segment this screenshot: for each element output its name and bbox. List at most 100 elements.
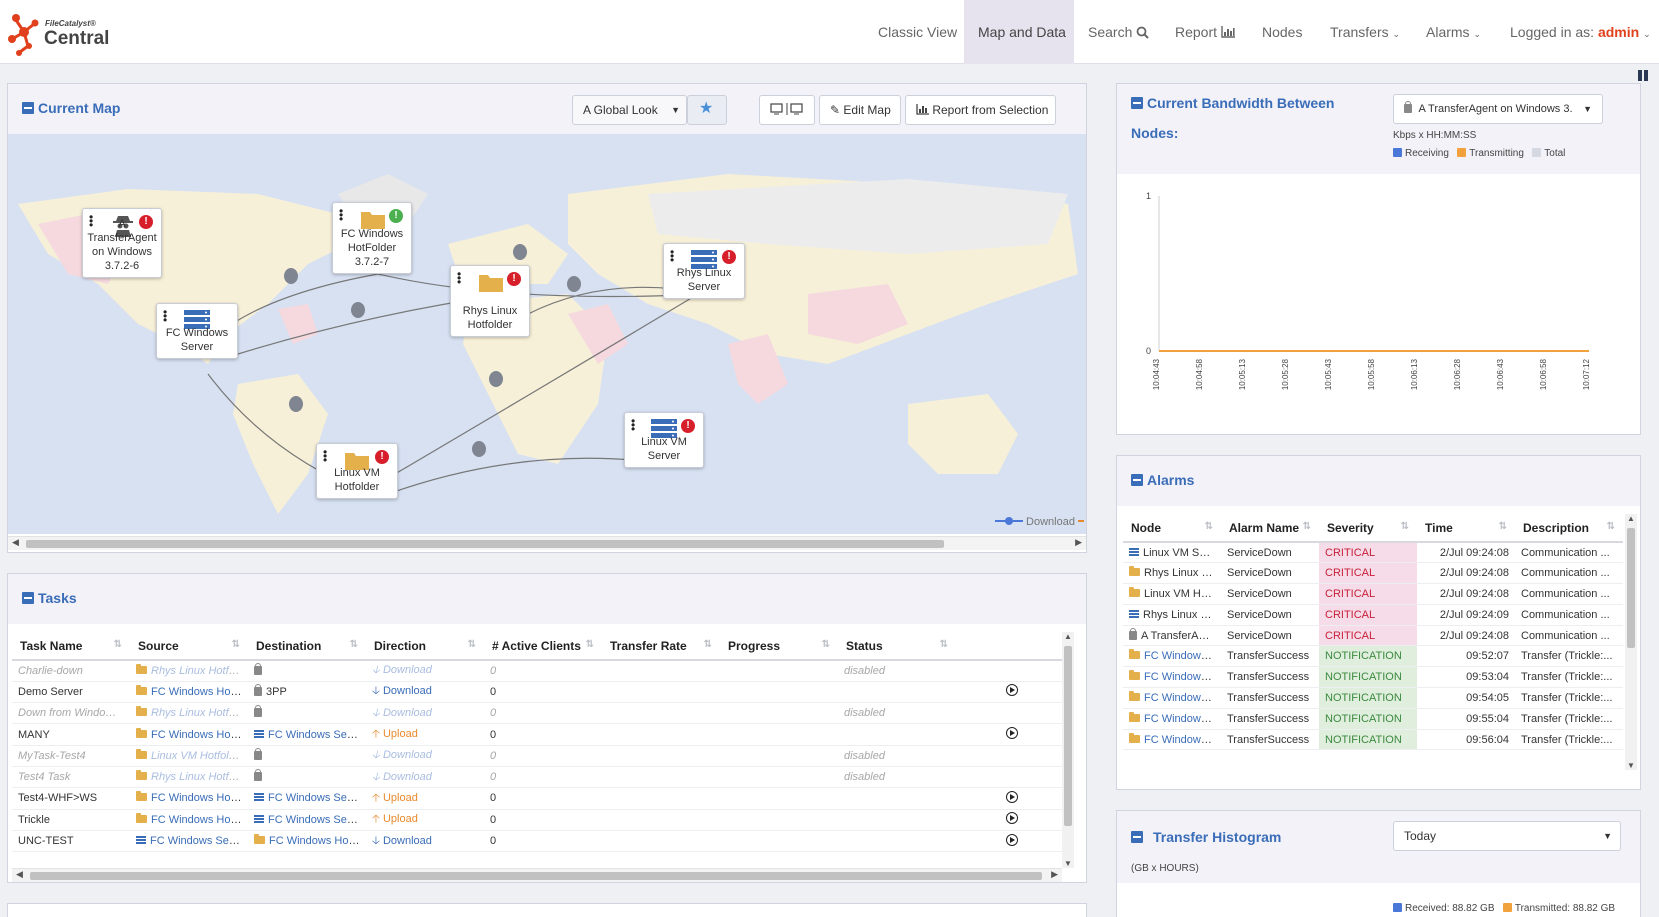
- sort-icon[interactable]: ⇅: [114, 639, 122, 650]
- nav-map-and-data[interactable]: Map and Data: [964, 0, 1074, 64]
- map-node-transferagent[interactable]: • • • ! A TransferAgent on Windows 3.7.2-6: [82, 208, 162, 278]
- play-icon[interactable]: [1006, 727, 1018, 740]
- scroll-thumb[interactable]: [1627, 528, 1635, 648]
- sort-icon[interactable]: ⇅: [1607, 521, 1615, 532]
- destination-link[interactable]: 3PP: [266, 686, 287, 698]
- collapse-icon[interactable]: [22, 102, 34, 114]
- table-row[interactable]: UNC-TEST FC Windows Server FC Windows HotF…: [12, 830, 1068, 853]
- task-destination[interactable]: 3PP: [248, 681, 366, 704]
- destination-link[interactable]: FC Windows HotFol...: [269, 835, 366, 847]
- scroll-right-icon[interactable]: ▶: [1051, 869, 1058, 880]
- table-row[interactable]: MANY FC Windows HotFol... FC Windows Serve…: [12, 723, 1068, 746]
- table-row[interactable]: Test4-WHF>WS FC Windows HotFol... FC Windo…: [12, 787, 1068, 810]
- table-row[interactable]: Rhys Linux Ser... ServiceDown CRITICAL 2/Ju…: [1123, 604, 1623, 626]
- node-menu-icon[interactable]: • • •: [163, 306, 167, 326]
- bandwidth-title[interactable]: Current Bandwidth Between Nodes:: [1131, 88, 1334, 148]
- table-row[interactable]: FC Windows Ho... TransferSuccess NOTIFICAT…: [1123, 645, 1623, 668]
- sort-icon[interactable]: ⇅: [1303, 521, 1311, 532]
- table-row[interactable]: MyTask-Test4 Linux VM Hotfolder 🡣 Download…: [12, 745, 1068, 767]
- map-node-linux-vm-server[interactable]: • • • ! Linux VM Server: [624, 412, 704, 468]
- table-row[interactable]: Down from Windows Se... Rhys Linux Hotfol…: [12, 702, 1068, 725]
- table-row[interactable]: Test4 Task Rhys Linux Hotfolder 🡣 Download…: [12, 766, 1068, 789]
- favorite-map-button[interactable]: ★: [687, 95, 727, 125]
- pause-icon[interactable]: [1637, 69, 1649, 82]
- task-source[interactable]: FC Windows Server: [130, 830, 248, 853]
- column-header[interactable]: Transfer Rate ⇅: [602, 632, 720, 661]
- sort-icon[interactable]: ⇅: [232, 639, 240, 650]
- node-menu-icon[interactable]: • • •: [339, 205, 343, 225]
- column-header[interactable]: Source ⇅: [130, 632, 248, 661]
- source-link[interactable]: Rhys Linux Hotfolder: [151, 707, 248, 719]
- column-header[interactable]: Progress ⇅: [720, 632, 838, 661]
- table-row[interactable]: Linux VM Hotfo... ServiceDown CRITICAL 2/Ju…: [1123, 583, 1623, 605]
- source-link[interactable]: FC Windows HotFol...: [151, 686, 248, 698]
- map-panel-title[interactable]: Current Map: [22, 100, 120, 116]
- table-row[interactable]: FC Windows Ho... TransferSuccess NOTIFICAT…: [1123, 666, 1623, 689]
- nav-search[interactable]: Search: [1074, 0, 1163, 64]
- scroll-left-icon[interactable]: ◀: [12, 537, 19, 548]
- scroll-down-icon[interactable]: ▼: [1627, 761, 1635, 770]
- scroll-right-icon[interactable]: ▶: [1075, 537, 1082, 548]
- source-link[interactable]: Rhys Linux Hotfolder: [151, 665, 248, 677]
- task-source[interactable]: FC Windows HotFol...: [130, 681, 248, 704]
- task-destination[interactable]: FC Windows Server: [248, 723, 366, 746]
- task-source[interactable]: Rhys Linux Hotfolder: [130, 702, 248, 725]
- column-header[interactable]: Node ⇅: [1123, 514, 1221, 543]
- task-source[interactable]: FC Windows HotFol...: [130, 809, 248, 831]
- column-header[interactable]: Description ⇅: [1515, 514, 1623, 543]
- play-icon[interactable]: [1006, 833, 1018, 846]
- report-from-selection-button[interactable]: Report from Selection: [905, 95, 1056, 125]
- node-menu-icon[interactable]: • • •: [323, 446, 327, 466]
- sort-icon[interactable]: ⇅: [1401, 521, 1409, 532]
- column-header[interactable]: Status ⇅: [838, 632, 956, 661]
- node-menu-icon[interactable]: • • •: [457, 268, 461, 288]
- source-link[interactable]: FC Windows Server: [150, 835, 248, 847]
- scroll-thumb[interactable]: [30, 872, 1042, 880]
- task-destination[interactable]: [248, 766, 366, 789]
- sort-icon[interactable]: ⇅: [940, 639, 948, 650]
- collapse-icon[interactable]: [22, 592, 34, 604]
- map-node-linux-vm-hotfolder[interactable]: • • • ! Linux VM Hotfolder: [316, 443, 398, 499]
- sort-icon[interactable]: ⇅: [586, 639, 594, 650]
- table-row[interactable]: Demo Server FC Windows HotFol... 3PP 🡣 Down…: [12, 681, 1068, 704]
- alarms-panel-title[interactable]: Alarms: [1131, 472, 1194, 488]
- nav-nodes[interactable]: Nodes: [1248, 0, 1316, 64]
- tasks-vertical-scrollbar[interactable]: ▲ ▼: [1062, 632, 1074, 868]
- task-destination[interactable]: FC Windows Server: [248, 787, 366, 810]
- source-link[interactable]: Rhys Linux Hotfolder: [151, 771, 248, 783]
- map-horizontal-scrollbar[interactable]: ◀ ▶: [8, 536, 1086, 550]
- table-row[interactable]: Rhys Linux Hot... ServiceDown CRITICAL 2/Ju…: [1123, 562, 1623, 585]
- node-menu-icon[interactable]: • • •: [670, 246, 674, 266]
- column-header[interactable]: Destination ⇅: [248, 632, 366, 661]
- column-header[interactable]: Direction ⇅: [366, 632, 484, 661]
- source-link[interactable]: Linux VM Hotfolder: [151, 750, 245, 762]
- histogram-panel-title[interactable]: Transfer Histogram: [1131, 829, 1281, 845]
- scroll-thumb[interactable]: [1064, 646, 1072, 826]
- play-icon[interactable]: [1006, 790, 1018, 803]
- sort-icon[interactable]: ⇅: [350, 639, 358, 650]
- alarms-vertical-scrollbar[interactable]: ▲ ▼: [1625, 514, 1637, 770]
- column-header[interactable]: # Active Clients ⇅: [484, 632, 602, 661]
- nav-report[interactable]: Report: [1161, 0, 1249, 64]
- bandwidth-node-select[interactable]: A TransferAgent on Windows 3. ▼: [1393, 94, 1603, 124]
- destination-link[interactable]: FC Windows Server: [268, 729, 366, 741]
- tasks-horizontal-scrollbar[interactable]: ◀ ▶: [12, 868, 1062, 882]
- collapse-icon[interactable]: [1131, 97, 1143, 109]
- map-node-fc-windows-hotfolder[interactable]: • • • ! FC Windows HotFolder 3.7.2-7: [332, 202, 412, 274]
- sort-icon[interactable]: ⇅: [1499, 521, 1507, 532]
- scroll-up-icon[interactable]: ▲: [1627, 514, 1635, 523]
- nav-transfers[interactable]: Transfers ⌄: [1316, 0, 1414, 64]
- tasks-panel-title[interactable]: Tasks: [22, 590, 77, 606]
- play-icon[interactable]: [1006, 684, 1018, 697]
- histogram-period-select[interactable]: Today ▼: [1393, 821, 1621, 851]
- task-destination[interactable]: [248, 660, 366, 682]
- task-destination[interactable]: FC Windows HotFol...: [248, 830, 366, 853]
- task-destination[interactable]: FC Windows Server: [248, 809, 366, 831]
- map-node-fc-windows-server[interactable]: • • • FC Windows Server: [156, 303, 238, 359]
- nav-classic-view[interactable]: Classic View: [864, 0, 971, 64]
- scroll-thumb[interactable]: [26, 540, 944, 548]
- destination-link[interactable]: FC Windows Server: [268, 792, 366, 804]
- task-source[interactable]: Rhys Linux Hotfolder: [130, 660, 248, 682]
- column-header[interactable]: Task Name ⇅: [12, 632, 130, 661]
- column-header[interactable]: Time ⇅: [1417, 514, 1515, 543]
